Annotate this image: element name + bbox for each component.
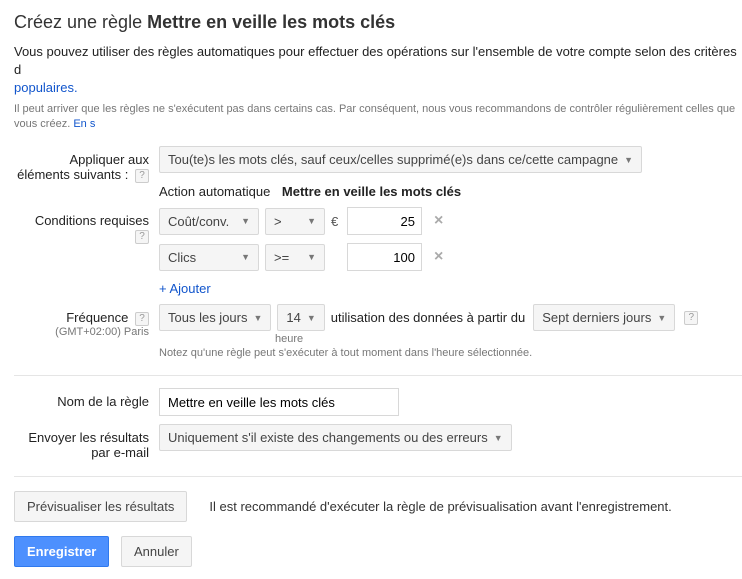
page-title: Créez une règle Mettre en veille les mot… [14, 12, 742, 33]
chevron-down-icon: ▼ [494, 433, 503, 443]
email-label: Envoyer les résultats par e-mail [14, 424, 159, 460]
chevron-down-icon: ▼ [624, 155, 633, 165]
conditions-label: Conditions requises ? [14, 207, 159, 244]
divider [14, 375, 742, 376]
metric-dropdown[interactable]: Coût/conv. ▼ [159, 208, 259, 235]
chevron-down-icon: ▼ [307, 313, 316, 323]
add-condition-link[interactable]: + Ajouter [159, 281, 211, 296]
chevron-down-icon: ▼ [253, 313, 262, 323]
chevron-down-icon: ▼ [657, 313, 666, 323]
apply-to-dropdown[interactable]: Tou(te)s les mots clés, sauf ceux/celles… [159, 146, 642, 173]
rule-name-input[interactable] [159, 388, 399, 416]
chevron-down-icon: ▼ [241, 252, 250, 262]
help-icon[interactable]: ? [135, 230, 149, 244]
action-label: Action automatique [159, 184, 270, 199]
title-bold: Mettre en veille les mots clés [147, 12, 395, 32]
data-from-label: utilisation des données à partir du [331, 310, 525, 325]
frequency-period-dropdown[interactable]: Tous les jours ▼ [159, 304, 271, 331]
intro-text: Vous pouvez utiliser des règles automati… [14, 43, 742, 98]
value-input[interactable] [347, 207, 422, 235]
operator-dropdown[interactable]: > ▼ [265, 208, 325, 235]
popular-link[interactable]: populaires. [14, 80, 78, 95]
email-results-dropdown[interactable]: Uniquement s'il existe des changements o… [159, 424, 512, 451]
preview-message: Il est recommandé d'exécuter la règle de… [209, 499, 671, 514]
data-range-dropdown[interactable]: Sept derniers jours ▼ [533, 304, 675, 331]
help-icon[interactable]: ? [684, 311, 698, 325]
title-prefix: Créez une règle [14, 12, 147, 32]
save-button[interactable]: Enregistrer [14, 536, 109, 567]
condition-row: Coût/conv. ▼ > ▼ € × [159, 207, 742, 235]
frequency-note: Notez qu'une règle peut s'exécuter à tou… [159, 347, 742, 359]
remove-icon[interactable]: × [434, 212, 443, 230]
learn-more-link[interactable]: En s [73, 118, 95, 130]
remove-icon[interactable]: × [434, 248, 443, 266]
preview-button[interactable]: Prévisualiser les résultats [14, 491, 187, 522]
warning-note: Il peut arriver que les règles ne s'exéc… [14, 102, 742, 133]
condition-row: Clics ▼ >= ▼ × [159, 243, 742, 271]
value-input[interactable] [347, 243, 422, 271]
apply-to-label: Appliquer aux éléments suivants : ? [14, 146, 159, 183]
metric-dropdown[interactable]: Clics ▼ [159, 244, 259, 271]
frequency-label: Fréquence ? (GMT+02:00) Paris [14, 304, 159, 338]
hour-label: heure [275, 333, 742, 345]
help-icon[interactable]: ? [135, 312, 149, 326]
rule-name-label: Nom de la règle [14, 388, 159, 409]
help-icon[interactable]: ? [135, 169, 149, 183]
cancel-button[interactable]: Annuler [121, 536, 192, 567]
currency-symbol: € [331, 214, 345, 229]
chevron-down-icon: ▼ [307, 252, 316, 262]
operator-dropdown[interactable]: >= ▼ [265, 244, 325, 271]
chevron-down-icon: ▼ [307, 216, 316, 226]
frequency-hour-dropdown[interactable]: 14 ▼ [277, 304, 324, 331]
chevron-down-icon: ▼ [241, 216, 250, 226]
divider [14, 476, 742, 477]
action-value: Mettre en veille les mots clés [282, 184, 461, 199]
